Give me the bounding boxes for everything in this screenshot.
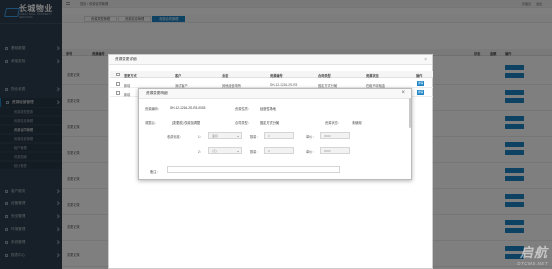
- column-header: 合同类型: [318, 74, 331, 78]
- dialog-title: 资源变更详细: [115, 57, 137, 61]
- dialog-scrollbar[interactable]: [409, 98, 411, 128]
- column-header: 变更方式: [124, 74, 137, 78]
- resource-nature-value: 经营性场地: [260, 107, 276, 111]
- adjust-label: 调整后：: [145, 121, 158, 125]
- quantity-input[interactable]: 0: [264, 132, 294, 139]
- chevron-down-icon: [237, 135, 239, 137]
- fee-item-select[interactable]: (元): [208, 147, 242, 154]
- status-label: 资源状态：: [325, 121, 341, 125]
- column-header: 资源状态: [366, 74, 379, 78]
- column-header: 业态: [222, 74, 229, 78]
- quantity-input[interactable]: 0: [264, 147, 294, 154]
- watermark: 启航 DTCMS.NET: [517, 245, 548, 266]
- detail-button[interactable]: 详情: [417, 90, 424, 95]
- row-index: 1：: [198, 135, 203, 139]
- status-value: 未使用: [352, 121, 362, 125]
- column-header: 客户: [175, 74, 182, 78]
- remark-label: 备注：: [150, 170, 160, 174]
- resource-nature-label: 资源性质：: [235, 107, 251, 111]
- price-input[interactable]: 0000: [320, 132, 350, 139]
- quantity-label: 数量：: [250, 150, 260, 154]
- row-checkbox[interactable]: [116, 82, 120, 86]
- detail-button[interactable]: 详情: [417, 81, 424, 86]
- column-header: 操作: [416, 74, 423, 78]
- fee-standard-label: 收费标准：: [167, 135, 183, 139]
- column-header: 资源编号: [270, 74, 283, 78]
- remark-input[interactable]: [167, 166, 340, 173]
- dialog-title: 资源变更明细: [146, 91, 168, 95]
- contract-type-label: 合同类型：: [235, 121, 251, 125]
- price-label: 单价：: [306, 150, 316, 154]
- close-icon[interactable]: ×: [401, 90, 405, 96]
- select-all-checkbox[interactable]: [116, 72, 120, 76]
- chevron-down-icon: [237, 150, 239, 152]
- resource-code-label: 资源编码：: [145, 107, 161, 111]
- row-checkbox[interactable]: [116, 91, 120, 95]
- fee-item-select[interactable]: 面积: [208, 132, 242, 139]
- contract-type-value: 固定方式分摊: [260, 121, 280, 125]
- price-label: 单价：: [306, 135, 316, 139]
- adjust-value: [变更前] 仅增加调整: [172, 121, 201, 125]
- quantity-label: 数量：: [250, 135, 260, 139]
- resource-code-value: SH-12-1216-2S-R3-0003: [170, 106, 206, 110]
- row-index: 2：: [198, 150, 203, 154]
- table-row[interactable]: 新增 测试客户 其他经营场所 SH-12-1216-2S-R3 固定方式分摊 在…: [110, 80, 433, 88]
- price-input[interactable]: 0000: [320, 147, 350, 154]
- close-icon[interactable]: ×: [424, 57, 427, 63]
